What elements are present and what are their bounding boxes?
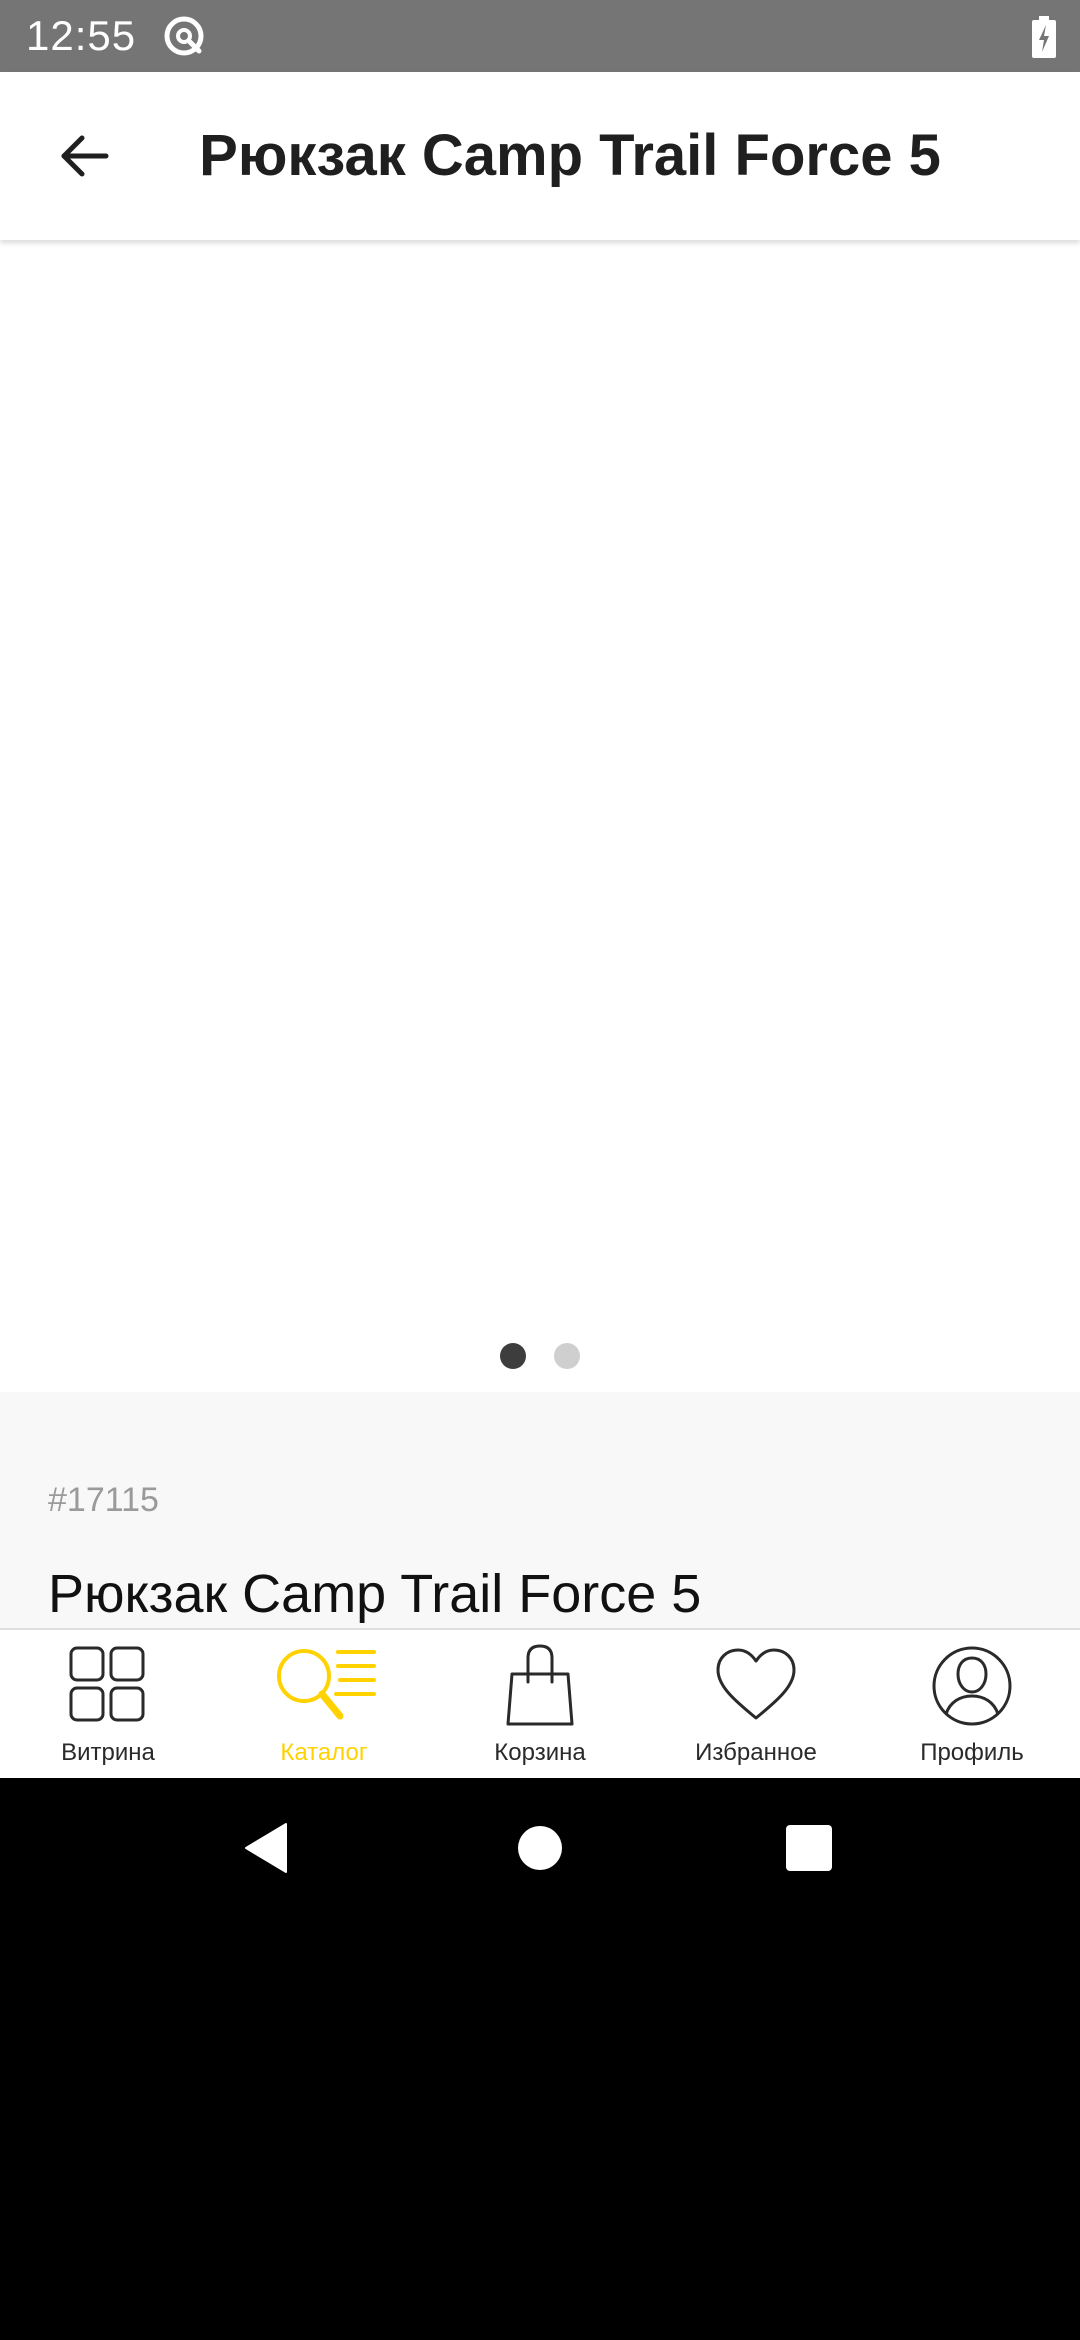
pager-dot-1[interactable]	[500, 1343, 526, 1369]
nav-label-profile: Профиль	[920, 1739, 1024, 1766]
status-bar: 12:55	[0, 0, 1080, 72]
status-time: 12:55	[26, 12, 137, 59]
triangle-back-icon	[245, 1823, 287, 1873]
nav-item-catalog[interactable]: Каталог	[216, 1630, 432, 1778]
search-list-icon	[277, 1649, 376, 1720]
page-title: Рюкзак Camp Trail Force 5	[199, 123, 941, 188]
product-name: Рюкзак Camp Trail Force 5	[48, 1564, 702, 1624]
circle-home-icon	[518, 1826, 562, 1870]
bottom-navigation: Витрина Каталог Корзина Избранное Профил…	[0, 1628, 1080, 1778]
nav-item-showcase[interactable]: Витрина	[0, 1630, 216, 1778]
grid-icon	[69, 1646, 145, 1722]
nav-item-profile[interactable]: Профиль	[864, 1630, 1080, 1778]
gallery-pager	[0, 1343, 1080, 1371]
profile-icon	[932, 1646, 1012, 1726]
square-recents-icon	[786, 1825, 832, 1871]
system-recents-button[interactable]	[769, 1808, 849, 1888]
screen: 12:55 Рюкзак Camp Trail Force 5 #17115 Р…	[0, 0, 1080, 2340]
system-navigation-bar	[0, 1776, 1080, 1920]
system-back-button[interactable]	[228, 1808, 308, 1888]
nav-item-favorites[interactable]: Избранное	[648, 1630, 864, 1778]
arrow-left-icon	[61, 135, 109, 177]
pager-dot-2[interactable]	[554, 1343, 580, 1369]
heart-icon	[716, 1648, 796, 1720]
app-bar: Рюкзак Camp Trail Force 5	[0, 72, 1080, 240]
product-sku: #17115	[48, 1481, 159, 1519]
shopping-bag-icon	[506, 1644, 574, 1726]
nav-label-cart: Корзина	[494, 1739, 586, 1766]
nav-label-favorites: Избранное	[695, 1739, 817, 1766]
nav-label-catalog: Каталог	[280, 1739, 368, 1766]
sync-icon	[162, 14, 206, 58]
nav-item-cart[interactable]: Корзина	[432, 1630, 648, 1778]
battery-charging-icon	[1031, 16, 1057, 58]
product-image-gallery[interactable]	[0, 240, 1080, 1392]
nav-label-showcase: Витрина	[61, 1739, 155, 1766]
system-home-button[interactable]	[500, 1808, 580, 1888]
product-info: #17115 Рюкзак Camp Trail Force 5	[0, 1392, 1080, 1630]
back-button[interactable]	[38, 110, 130, 202]
